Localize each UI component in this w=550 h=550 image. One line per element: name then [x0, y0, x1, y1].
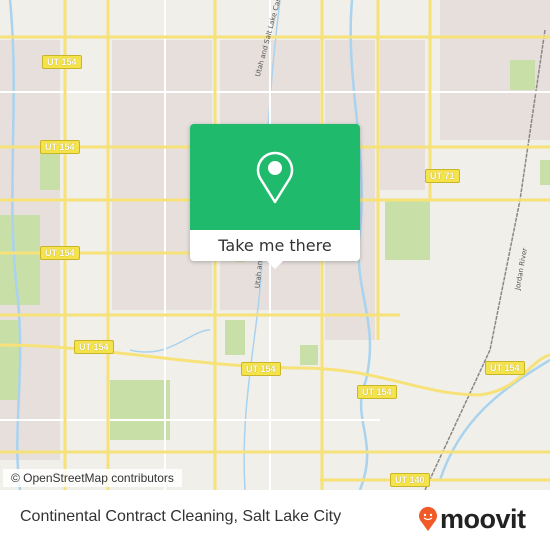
place-title: Continental Contract Cleaning, Salt Lake… — [20, 508, 342, 525]
road-shield: UT 154 — [357, 385, 397, 399]
road-shield: UT 140 — [390, 473, 430, 487]
footer: Continental Contract Cleaning, Salt Lake… — [0, 490, 550, 550]
road-shield: UT 154 — [40, 140, 80, 154]
take-me-there-button[interactable]: Take me there — [190, 230, 360, 261]
moovit-pin-icon — [419, 506, 437, 531]
popup-header — [190, 124, 360, 230]
moovit-logo[interactable]: moovit — [418, 504, 526, 534]
road-shield: UT 71 — [425, 169, 460, 183]
road-shield: UT 154 — [485, 361, 525, 375]
road-shield: UT 154 — [241, 362, 281, 376]
brand-name: moovit — [440, 504, 526, 534]
road-shield: UT 154 — [42, 55, 82, 69]
location-popup: Take me there — [190, 124, 360, 269]
map-pin-icon — [256, 151, 294, 204]
popup-tail — [267, 261, 283, 269]
map[interactable]: UT 154 UT 154 UT 154 UT 154 UT 154 UT 15… — [0, 0, 550, 490]
road-shield: UT 154 — [74, 340, 114, 354]
map-attribution[interactable]: © OpenStreetMap contributors — [3, 469, 182, 487]
road-shield: UT 154 — [40, 246, 80, 260]
